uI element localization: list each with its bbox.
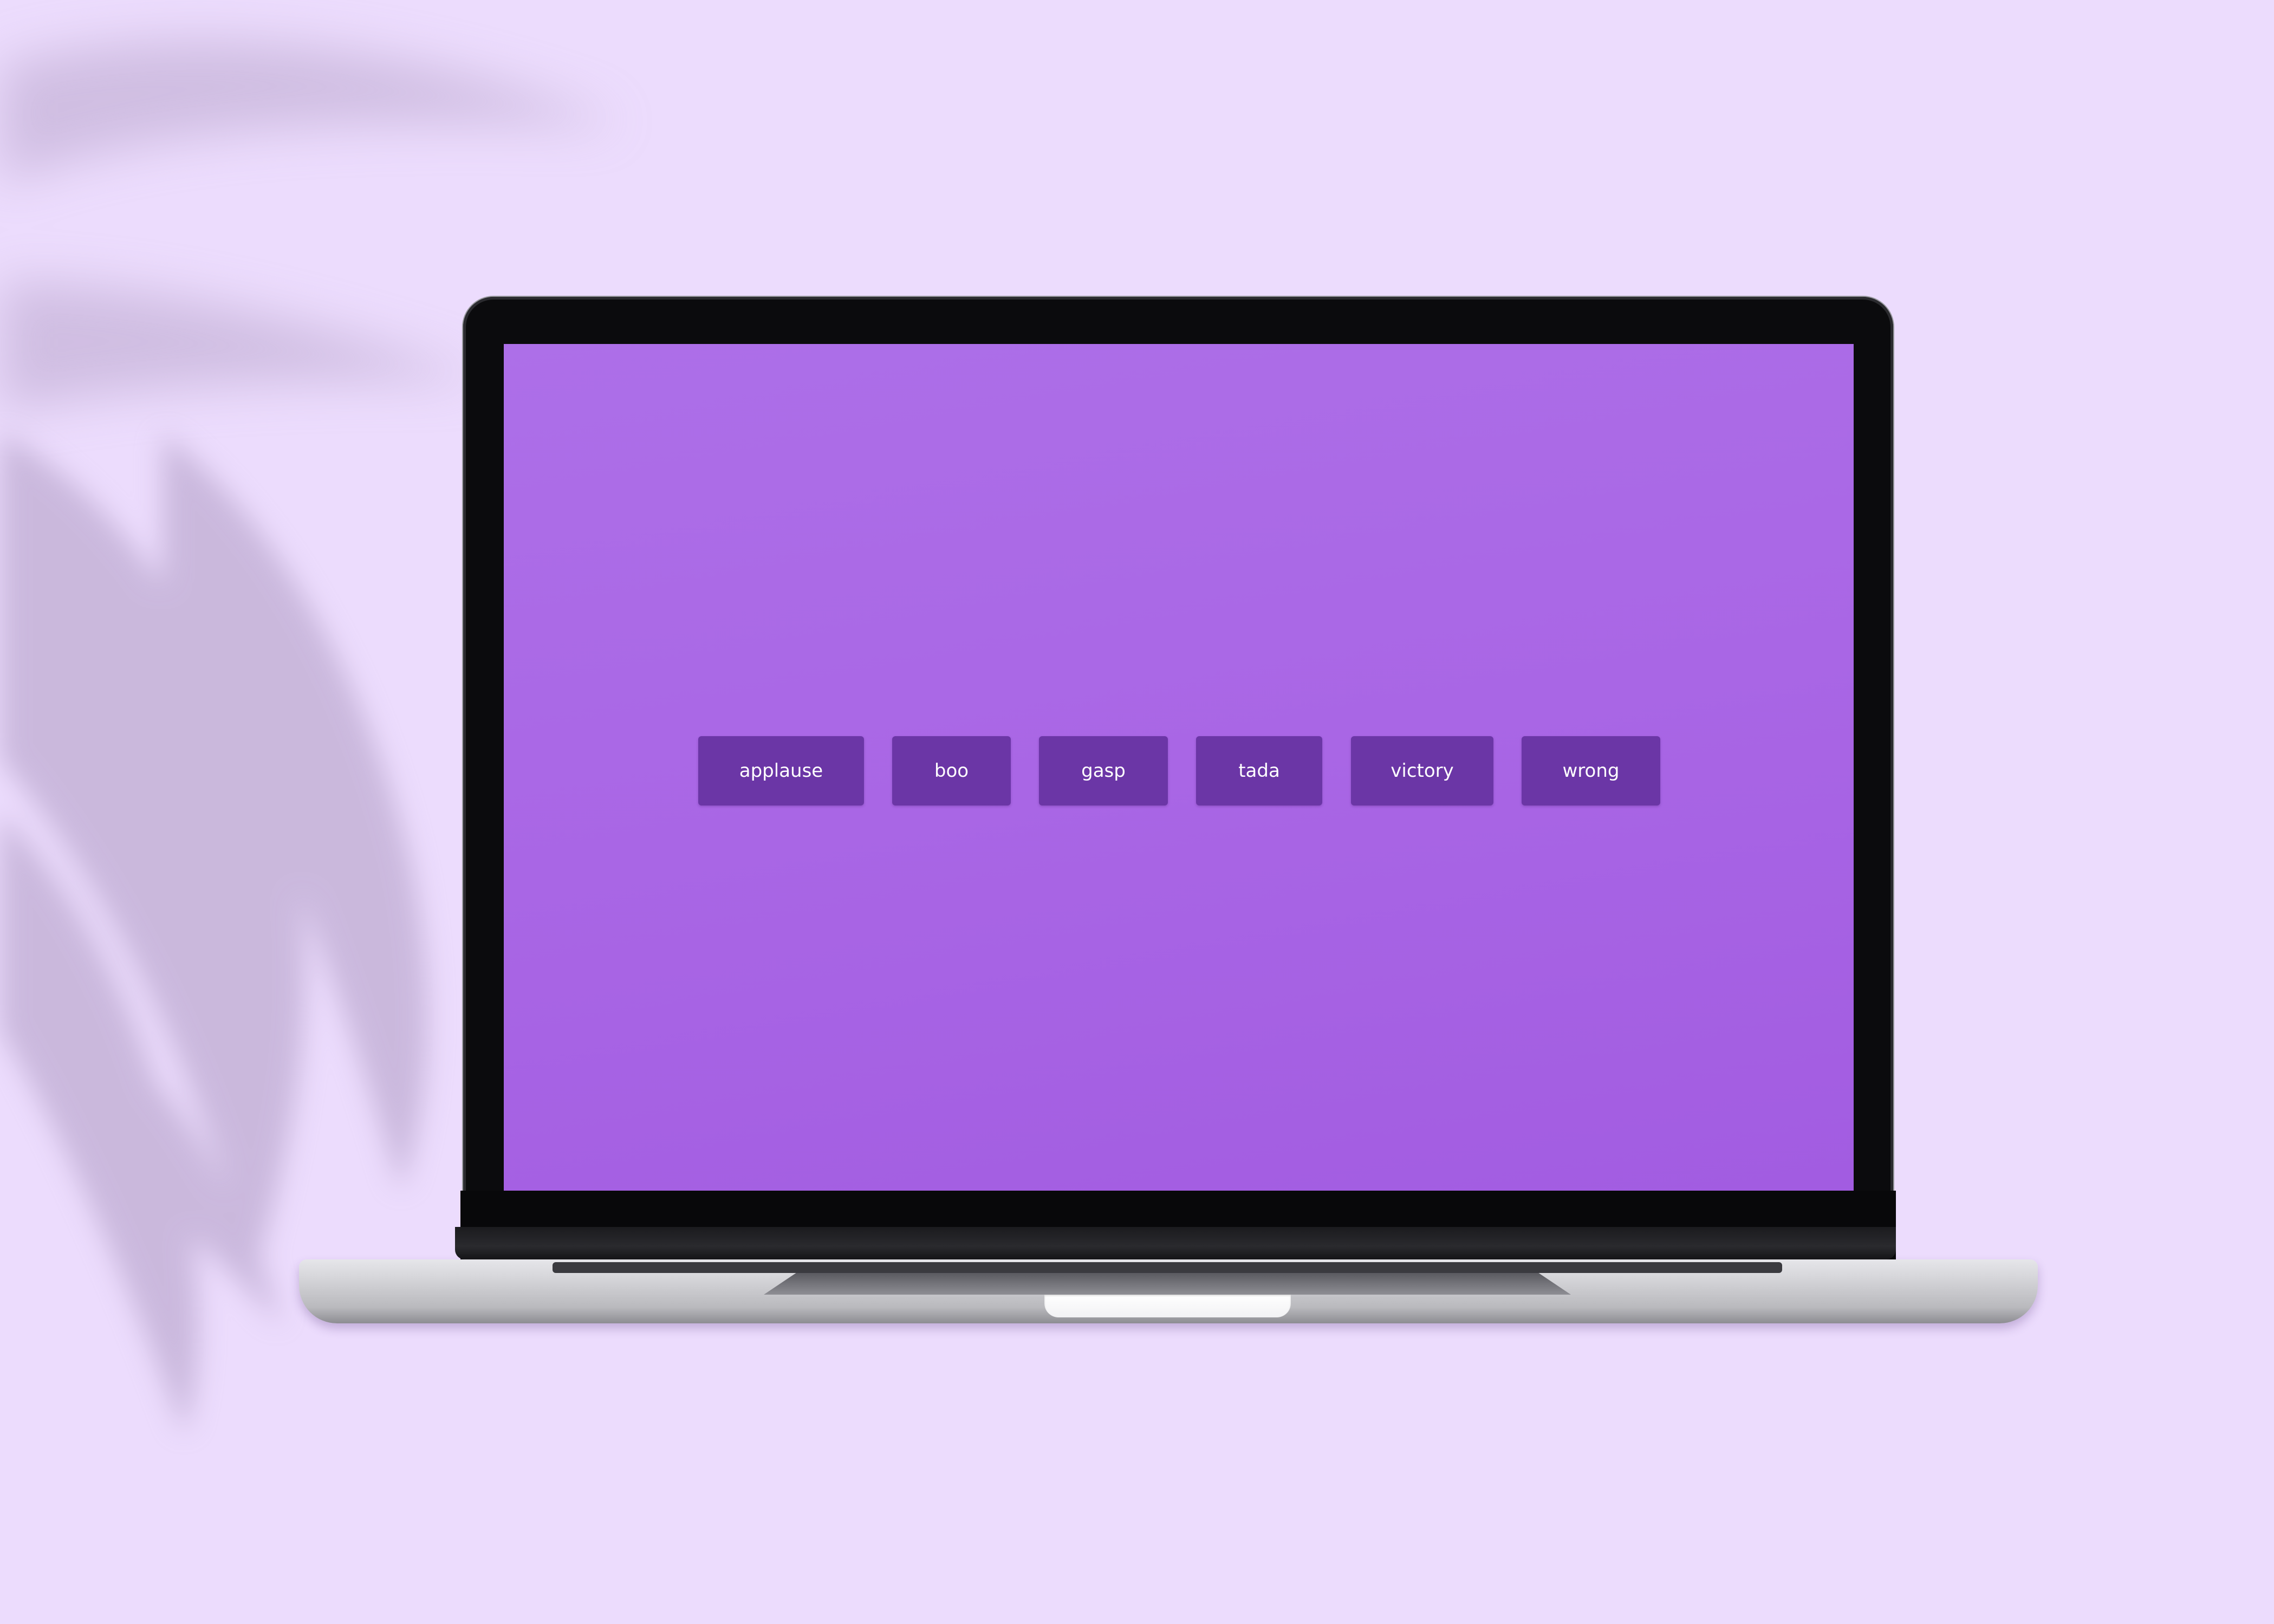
boo-button[interactable]: boo — [892, 736, 1011, 805]
wrong-button[interactable]: wrong — [1522, 736, 1660, 805]
trackpad-edge — [764, 1273, 1571, 1295]
laptop-screen: applause boo gasp tada victory wrong — [504, 344, 1854, 1191]
gasp-button[interactable]: gasp — [1039, 736, 1168, 805]
laptop-hinge — [455, 1227, 1896, 1259]
laptop: applause boo gasp tada victory wrong — [0, 0, 2274, 1624]
applause-button[interactable]: applause — [698, 736, 864, 805]
tada-button[interactable]: tada — [1196, 736, 1322, 805]
victory-button[interactable]: victory — [1351, 736, 1493, 805]
soundboard-button-row: applause boo gasp tada victory wrong — [504, 344, 1854, 1191]
lid-opening-notch — [1044, 1295, 1291, 1317]
keyboard-gap — [553, 1262, 1782, 1273]
